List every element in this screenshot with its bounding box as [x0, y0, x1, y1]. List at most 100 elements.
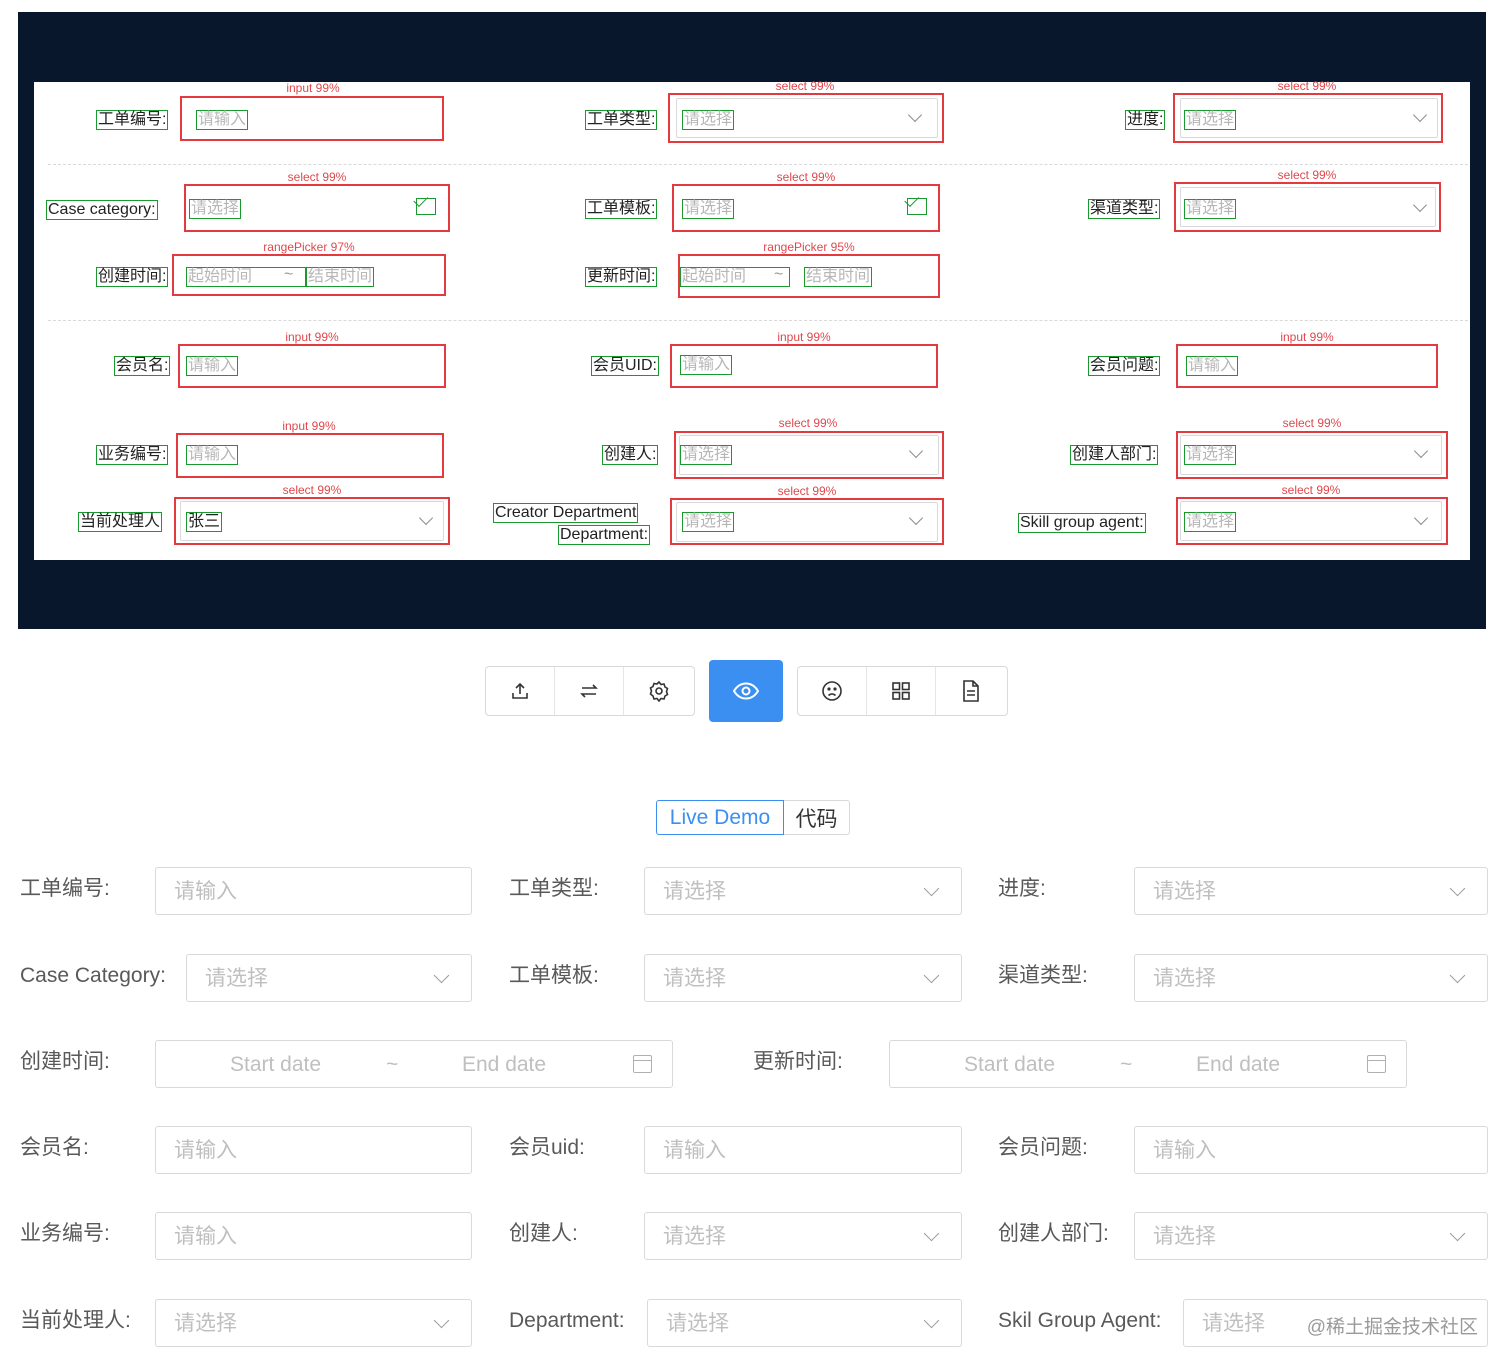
- end-date-placeholder: End date: [1196, 1053, 1281, 1076]
- field-label: Skil Group Agent:: [998, 1309, 1162, 1332]
- detection-tag: select 99%: [778, 416, 838, 430]
- label-box: 工单模板:: [585, 199, 658, 219]
- member-issue-input[interactable]: 请输入: [1134, 1126, 1488, 1174]
- ticket-template-select[interactable]: 请选择: [644, 954, 962, 1002]
- start-date-placeholder: Start date: [964, 1053, 1056, 1076]
- chevron-down-icon: [433, 967, 450, 984]
- field-label: 工单模板:: [509, 964, 599, 987]
- creator-dept-select[interactable]: 请选择: [1134, 1212, 1488, 1260]
- range-separator: ~: [774, 266, 784, 283]
- label-box: 业务编号:: [96, 445, 169, 465]
- tab-live-demo[interactable]: Live Demo: [656, 800, 784, 835]
- calendar-icon: [1367, 1055, 1386, 1073]
- member-name-input[interactable]: 请输入: [155, 1126, 472, 1174]
- field-label: Department:: [509, 1309, 625, 1332]
- placeholder-box: 结束时间: [804, 267, 873, 287]
- placeholder: 请输入: [1153, 1139, 1216, 1162]
- channel-type-select[interactable]: 请选择: [1134, 954, 1488, 1002]
- chevron-down-icon: [1449, 967, 1466, 984]
- field-label: 创建时间:: [20, 1050, 110, 1073]
- label-box: 会员问题:: [1088, 356, 1161, 376]
- ticket-type-select[interactable]: 请选择: [644, 867, 962, 915]
- grid-button[interactable]: [867, 667, 936, 715]
- detection-tag: select 99%: [1277, 79, 1337, 93]
- field-label: 进度:: [998, 877, 1046, 900]
- creator-select[interactable]: 请选择: [644, 1212, 962, 1260]
- ticket-no-input[interactable]: 请输入: [155, 867, 472, 915]
- field-label: 更新时间:: [753, 1050, 843, 1073]
- settings-button[interactable]: [624, 667, 693, 715]
- placeholder: 请输入: [174, 1139, 237, 1162]
- placeholder: 请选择: [1153, 1225, 1216, 1248]
- upload-icon: [512, 682, 528, 699]
- detection-tag: select 99%: [282, 483, 342, 497]
- placeholder-box: 请输入: [186, 445, 239, 465]
- detection-tag: rangePicker 95%: [763, 240, 855, 254]
- divider: [48, 320, 1468, 321]
- label-box: 当前处理人: [78, 512, 163, 532]
- label-box: Creator Department: [493, 503, 639, 523]
- eye-icon: [733, 682, 759, 700]
- field-label: 当前处理人:: [20, 1309, 131, 1332]
- label-box: 会员UID:: [591, 356, 660, 376]
- case-category-select[interactable]: 请选择: [186, 954, 472, 1002]
- frown-icon: [822, 681, 842, 701]
- label-box: 会员名:: [114, 356, 171, 376]
- placeholder-box: 请输入: [1186, 356, 1239, 376]
- chevron-down-icon: [1449, 880, 1466, 897]
- field-label: 会员uid:: [509, 1136, 585, 1159]
- detection-tag: select 99%: [775, 79, 835, 93]
- upload-button[interactable]: [486, 667, 555, 715]
- placeholder: 请选择: [205, 967, 268, 990]
- member-uid-input[interactable]: 请输入: [644, 1126, 962, 1174]
- created-time-range-picker[interactable]: Start date ~ End date: [155, 1040, 673, 1088]
- field-label: 工单类型:: [509, 877, 599, 900]
- swap-icon: [580, 684, 598, 698]
- placeholder: 请选择: [666, 1312, 729, 1335]
- placeholder-box: 请选择: [682, 199, 735, 219]
- field-label: Case Category:: [20, 964, 166, 987]
- range-separator: ~: [386, 1053, 399, 1076]
- business-no-input[interactable]: 请输入: [155, 1212, 472, 1260]
- detection-tag: input 99%: [286, 81, 340, 95]
- toolbar-left-group: [485, 666, 695, 716]
- end-date-placeholder: End date: [462, 1053, 547, 1076]
- calendar-check-icon: [416, 198, 436, 215]
- field-label: 业务编号:: [20, 1222, 110, 1245]
- detection-tag: select 99%: [287, 170, 347, 184]
- label-box: 创建人部门:: [1070, 445, 1159, 465]
- document-button[interactable]: [936, 667, 1005, 715]
- placeholder: 请输入: [663, 1139, 726, 1162]
- detection-tag: input 99%: [777, 330, 831, 344]
- placeholder-box: 请输入: [680, 355, 733, 375]
- placeholder: 请选择: [1202, 1312, 1265, 1335]
- placeholder-box: 请选择: [1184, 512, 1237, 532]
- swap-button[interactable]: [555, 667, 624, 715]
- preview-button[interactable]: [709, 660, 783, 722]
- progress-select[interactable]: 请选择: [1134, 867, 1488, 915]
- selected-value-box: 张三: [186, 512, 223, 532]
- chevron-down-icon: [433, 1312, 450, 1329]
- field-label: 会员名:: [20, 1136, 89, 1159]
- detection-tag: input 99%: [282, 419, 336, 433]
- current-handler-select[interactable]: 请选择: [155, 1299, 472, 1347]
- detection-tag: input 99%: [1280, 330, 1334, 344]
- grid-icon: [892, 682, 910, 700]
- calendar-icon: [633, 1055, 652, 1073]
- label-box: 创建时间:: [96, 267, 169, 287]
- placeholder: 请选择: [663, 880, 726, 903]
- detection-tag: select 99%: [776, 170, 836, 184]
- feedback-button[interactable]: [798, 667, 867, 715]
- placeholder: 请选择: [174, 1312, 237, 1335]
- placeholder-box: 请选择: [682, 110, 735, 130]
- placeholder-box: 请选择: [682, 512, 735, 532]
- detection-tag: select 99%: [777, 484, 837, 498]
- tab-code[interactable]: 代码: [784, 800, 850, 835]
- placeholder-box: 请选择: [1184, 110, 1237, 130]
- department-select[interactable]: 请选择: [647, 1299, 962, 1347]
- detection-tag: select 99%: [1282, 416, 1342, 430]
- chevron-down-icon: [1449, 1225, 1466, 1242]
- label-box: Skill group agent:: [1018, 513, 1146, 533]
- updated-time-range-picker[interactable]: Start date ~ End date: [889, 1040, 1407, 1088]
- settings-icon: [649, 680, 668, 702]
